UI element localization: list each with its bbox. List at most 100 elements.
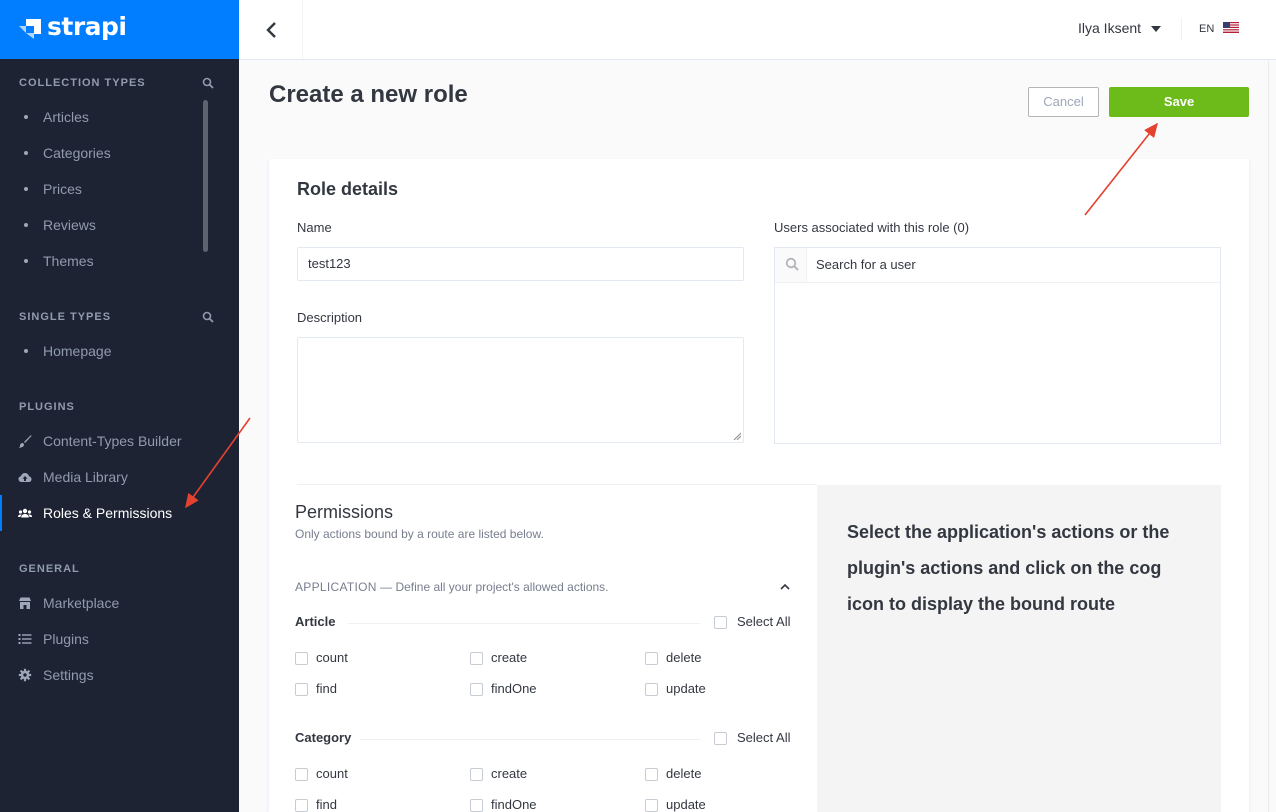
sidebar-item-categories[interactable]: Categories <box>0 138 239 168</box>
checkbox-article-find[interactable] <box>295 683 308 696</box>
sidebar-item-content-types-builder[interactable]: Content-Types Builder <box>0 426 239 456</box>
bullet-icon <box>24 223 28 227</box>
action-label: findOne <box>491 797 537 812</box>
save-button[interactable]: Save <box>1109 87 1249 117</box>
action-label: create <box>491 766 528 781</box>
users-list-box: Search for a user <box>774 247 1221 444</box>
bullet-icon <box>24 259 28 263</box>
bullet-icon <box>24 349 28 353</box>
group-divider <box>348 623 700 624</box>
description-label: Description <box>297 310 363 325</box>
name-label: Name <box>297 220 332 235</box>
checkbox-category-findone[interactable] <box>470 799 483 812</box>
checkbox-category-delete[interactable] <box>645 768 658 781</box>
checkbox-category-create[interactable] <box>470 768 483 781</box>
application-header[interactable]: APPLICATION — Define all your project's … <box>295 580 609 594</box>
resize-grip-icon[interactable] <box>733 432 741 440</box>
brand-name: strapi <box>47 12 127 41</box>
users-icon <box>18 508 32 518</box>
sidebar-item-prices[interactable]: Prices <box>0 174 239 204</box>
checkbox-article-findone[interactable] <box>470 683 483 696</box>
users-search-input[interactable]: Search for a user <box>816 257 916 272</box>
name-input[interactable]: test123 <box>297 247 744 281</box>
action-label: update <box>666 681 706 696</box>
checkbox-article-count[interactable] <box>295 652 308 665</box>
search-icon[interactable] <box>202 77 214 89</box>
list-icon <box>18 634 32 644</box>
paintbrush-icon <box>18 435 32 448</box>
search-icon[interactable] <box>202 311 214 323</box>
back-button[interactable] <box>239 0 303 59</box>
action-label: count <box>316 650 348 665</box>
search-icon-wrapper <box>775 248 807 282</box>
group-name-article: Article <box>295 614 336 629</box>
strapi-logo-icon <box>19 19 41 39</box>
sidebar-item-settings[interactable]: Settings <box>0 660 239 690</box>
page-scrollbar[interactable] <box>1268 60 1276 812</box>
sidebar: strapi COLLECTION TYPES Articles Categor… <box>0 0 239 812</box>
sidebar-item-label: Roles & Permissions <box>43 505 173 521</box>
action-label: count <box>316 766 348 781</box>
cancel-button[interactable]: Cancel <box>1028 87 1099 117</box>
sidebar-item-marketplace[interactable]: Marketplace <box>0 588 239 618</box>
sidebar-item-media-library[interactable]: Media Library <box>0 462 239 492</box>
sidebar-item-plugins[interactable]: Plugins <box>0 624 239 654</box>
brand-header[interactable]: strapi <box>0 0 239 59</box>
sidebar-item-label: Reviews <box>43 217 96 233</box>
bullet-icon <box>24 115 28 119</box>
checkbox-article-update[interactable] <box>645 683 658 696</box>
section-title-general: GENERAL <box>19 563 80 575</box>
caret-down-icon[interactable] <box>1151 26 1161 32</box>
bullet-icon <box>24 187 28 191</box>
page-title: Create a new role <box>269 81 468 108</box>
permissions-title: Permissions <box>295 502 394 522</box>
sidebar-item-homepage[interactable]: Homepage <box>0 336 239 366</box>
sidebar-item-label: Homepage <box>43 343 112 359</box>
us-flag-icon[interactable] <box>1223 22 1239 33</box>
sidebar-item-themes[interactable]: Themes <box>0 246 239 276</box>
users-search-bar[interactable]: Search for a user <box>775 248 1220 283</box>
section-divider <box>297 484 817 485</box>
checkbox-category-find[interactable] <box>295 799 308 812</box>
sidebar-item-reviews[interactable]: Reviews <box>0 210 239 240</box>
sidebar-item-roles-permissions[interactable]: Roles & Permissions <box>0 495 239 531</box>
group-name-category: Category <box>295 730 352 745</box>
users-label: Users associated with this role (0) <box>774 220 970 235</box>
store-icon <box>19 597 31 609</box>
application-label: APPLICATION <box>295 580 377 594</box>
sidebar-item-label: Prices <box>43 181 82 197</box>
checkbox-article-delete[interactable] <box>645 652 658 665</box>
active-indicator <box>0 495 2 531</box>
action-label: delete <box>666 650 702 665</box>
sidebar-item-label: Marketplace <box>43 595 120 611</box>
sidebar-item-label: Plugins <box>43 631 89 647</box>
bullet-icon <box>24 151 28 155</box>
checkbox-category-update[interactable] <box>645 799 658 812</box>
select-all-checkbox[interactable] <box>714 616 727 629</box>
bound-route-help-text: Select the application's actions or the … <box>847 522 1170 614</box>
application-desc: — Define all your project's allowed acti… <box>380 580 609 594</box>
section-title-plugins: PLUGINS <box>19 401 75 413</box>
permissions-subtitle: Only actions bound by a route are listed… <box>295 527 544 541</box>
action-label: findOne <box>491 681 537 696</box>
sidebar-item-label: Content-Types Builder <box>43 433 182 449</box>
action-label: create <box>491 650 528 665</box>
checkbox-category-count[interactable] <box>295 768 308 781</box>
header-divider <box>1181 18 1182 40</box>
user-menu-name[interactable]: Ilya Iksent <box>1078 20 1141 36</box>
chevron-left-icon <box>266 22 276 38</box>
section-title-single-types: SINGLE TYPES <box>19 311 112 323</box>
search-icon <box>785 257 799 271</box>
action-label: find <box>316 797 337 812</box>
role-details-title: Role details <box>297 179 399 199</box>
checkbox-article-create[interactable] <box>470 652 483 665</box>
chevron-up-icon[interactable] <box>780 583 790 590</box>
sidebar-item-articles[interactable]: Articles <box>0 102 239 132</box>
select-all-checkbox[interactable] <box>714 732 727 745</box>
sidebar-item-label: Settings <box>43 667 94 683</box>
description-textarea[interactable] <box>297 337 744 443</box>
language-selector[interactable]: EN <box>1199 23 1214 35</box>
select-all-label: Select All <box>737 614 791 629</box>
select-all-label: Select All <box>737 730 791 745</box>
action-label: find <box>316 681 337 696</box>
